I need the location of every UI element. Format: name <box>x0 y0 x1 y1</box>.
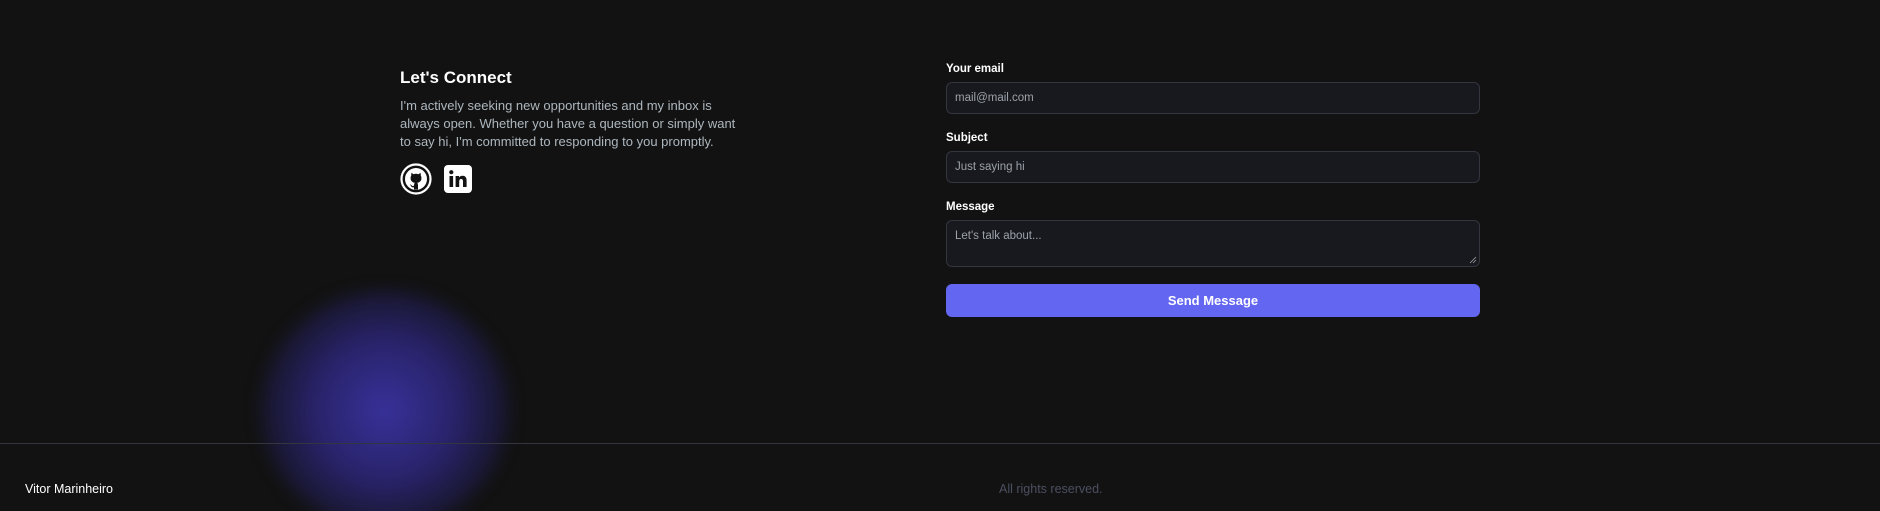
footer-name: Vitor Marinheiro <box>25 482 114 496</box>
connect-description: I'm actively seeking new opportunities a… <box>400 98 736 149</box>
footer-rights: All rights reserved. <box>999 482 1103 496</box>
linkedin-link[interactable] <box>442 163 474 195</box>
email-label: Your email <box>946 63 1004 75</box>
send-message-label: Send Message <box>1167 293 1259 308</box>
message-textarea[interactable]: Let's talk about... <box>946 220 1480 267</box>
email-placeholder: mail@mail.com <box>955 92 1034 104</box>
github-icon <box>400 163 432 195</box>
resize-handle-icon[interactable] <box>1469 256 1477 264</box>
contact-page: Let's Connect I'm actively seeking new o… <box>0 0 1880 511</box>
connect-section: Let's Connect I'm actively seeking new o… <box>400 68 745 195</box>
email-input[interactable]: mail@mail.com <box>946 82 1480 114</box>
contact-form: Your email mail@mail.com Subject Just sa… <box>946 62 1480 317</box>
send-message-button[interactable]: Send Message <box>946 284 1480 317</box>
github-link[interactable] <box>400 163 432 195</box>
subject-input[interactable]: Just saying hi <box>946 151 1480 183</box>
subject-placeholder: Just saying hi <box>955 161 1025 173</box>
footer-divider <box>0 443 1880 444</box>
background-glow <box>260 290 510 511</box>
message-label: Message <box>946 201 995 213</box>
social-links <box>400 163 745 195</box>
connect-title: Let's Connect <box>400 68 512 87</box>
subject-label: Subject <box>946 132 988 144</box>
linkedin-icon <box>444 165 472 193</box>
message-placeholder: Let's talk about... <box>955 230 1042 242</box>
